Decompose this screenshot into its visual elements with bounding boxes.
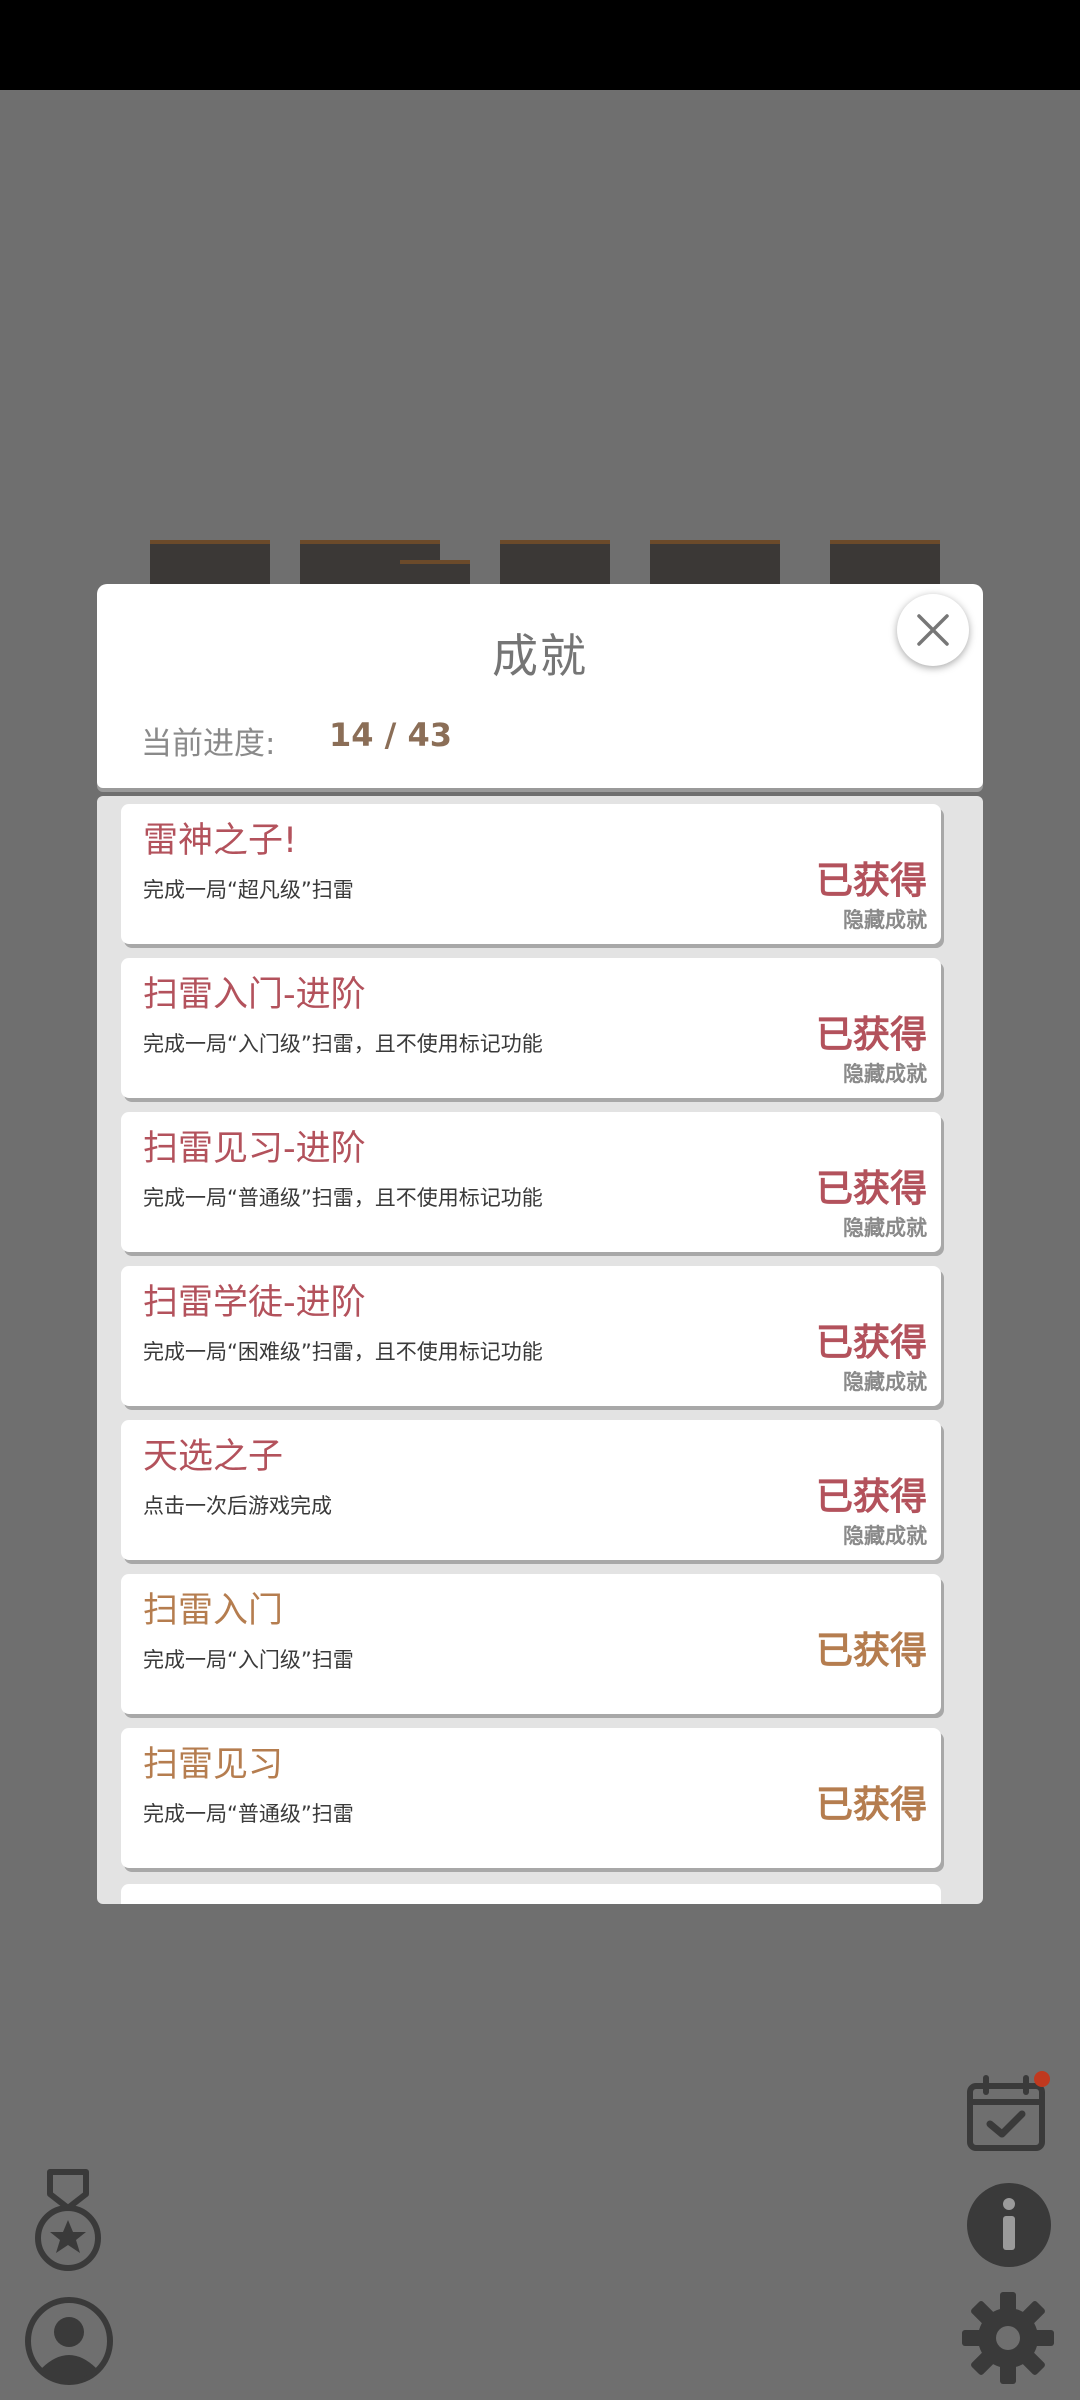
achievement-card: 扫雷见习 完成一局“普通级”扫雷 已获得	[121, 1728, 941, 1868]
achievements-modal-header: 成就 当前进度: 14 / 43	[97, 584, 983, 788]
info-button[interactable]	[964, 2180, 1054, 2270]
achievement-title: 扫雷见习	[143, 1745, 284, 1785]
progress-label: 当前进度:	[141, 726, 276, 762]
achievement-status: 已获得	[816, 1013, 927, 1056]
settings-button[interactable]	[960, 2290, 1056, 2386]
achievement-status: 已获得	[816, 1475, 927, 1518]
gear-icon	[962, 2292, 1054, 2384]
profile-button[interactable]	[24, 2296, 114, 2386]
calendar-check-icon	[967, 2071, 1050, 2151]
achievement-list[interactable]: 雷神之子! 完成一局“超凡级”扫雷 已获得 隐藏成就 扫雷入门-进阶 完成一局“…	[97, 796, 983, 1904]
achievement-card: 扫雷入门-进阶 完成一局“入门级”扫雷，且不使用标记功能 已获得 隐藏成就	[121, 958, 941, 1098]
achievement-card: 扫雷学徒-进阶 完成一局“困难级”扫雷，且不使用标记功能 已获得 隐藏成就	[121, 1266, 941, 1406]
achievement-status: 已获得	[816, 1167, 927, 1210]
hidden-achievement-tag: 隐藏成就	[843, 1216, 927, 1240]
achievement-desc: 完成一局“普通级”扫雷	[143, 1802, 354, 1826]
profile-icon	[25, 2297, 113, 2385]
achievement-desc: 完成一局“入门级”扫雷，且不使用标记功能	[143, 1032, 543, 1056]
achievement-desc: 完成一局“入门级”扫雷	[143, 1648, 354, 1672]
achievement-desc: 完成一局“普通级”扫雷，且不使用标记功能	[143, 1186, 543, 1210]
achievements-button[interactable]	[28, 2168, 108, 2276]
achievement-card: 扫雷见习-进阶 完成一局“普通级”扫雷，且不使用标记功能 已获得 隐藏成就	[121, 1112, 941, 1252]
close-button[interactable]	[897, 594, 969, 666]
close-icon	[917, 614, 949, 646]
achievement-card-partial	[121, 1884, 941, 1904]
hidden-achievement-tag: 隐藏成就	[843, 1370, 927, 1394]
achievement-desc: 完成一局“困难级”扫雷，且不使用标记功能	[143, 1340, 543, 1364]
status-bar	[0, 0, 1080, 90]
hidden-achievement-tag: 隐藏成就	[843, 1062, 927, 1086]
achievement-desc: 点击一次后游戏完成	[143, 1494, 332, 1518]
achievement-title: 扫雷入门-进阶	[143, 975, 366, 1015]
medal-icon	[35, 2169, 101, 2271]
modal-title: 成就	[492, 629, 588, 683]
achievement-title: 雷神之子!	[143, 821, 298, 861]
achievement-status: 已获得	[816, 1321, 927, 1364]
daily-checkin-button[interactable]	[962, 2070, 1058, 2160]
background-game-title	[150, 540, 940, 594]
achievement-title: 扫雷学徒-进阶	[143, 1283, 366, 1323]
achievement-title: 扫雷见习-进阶	[143, 1129, 366, 1169]
achievement-status: 已获得	[816, 1629, 927, 1672]
achievement-status: 已获得	[816, 1783, 927, 1826]
hidden-achievement-tag: 隐藏成就	[843, 908, 927, 932]
achievement-status: 已获得	[816, 859, 927, 902]
achievement-desc: 完成一局“超凡级”扫雷	[143, 878, 354, 902]
achievement-card: 雷神之子! 完成一局“超凡级”扫雷 已获得 隐藏成就	[121, 804, 941, 944]
hidden-achievement-tag: 隐藏成就	[843, 1524, 927, 1548]
achievement-title: 天选之子	[143, 1437, 284, 1477]
progress-value: 14 / 43	[329, 716, 453, 754]
achievement-card: 天选之子 点击一次后游戏完成 已获得 隐藏成就	[121, 1420, 941, 1560]
achievement-card: 扫雷入门 完成一局“入门级”扫雷 已获得	[121, 1574, 941, 1714]
info-icon	[967, 2183, 1051, 2267]
achievement-title: 扫雷入门	[143, 1591, 284, 1631]
